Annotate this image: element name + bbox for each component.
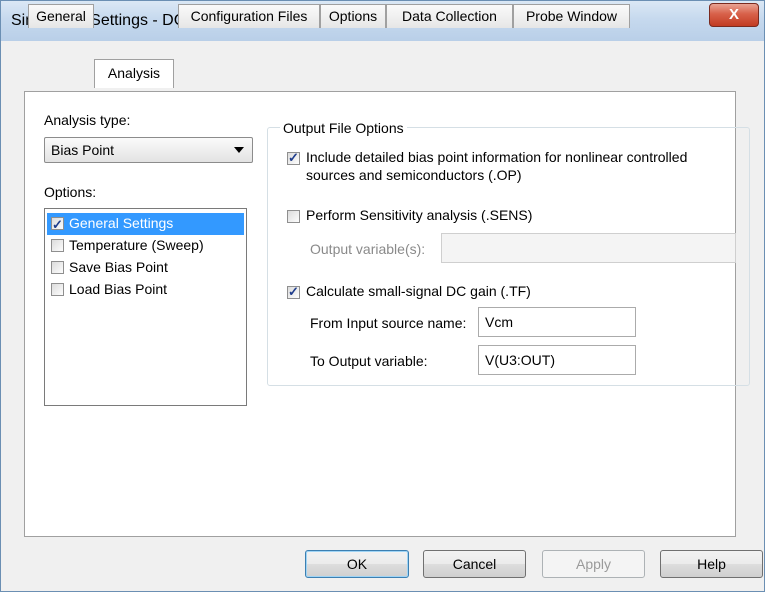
sensitivity-checkbox[interactable] <box>287 210 300 223</box>
close-button[interactable]: X <box>709 3 759 27</box>
dc-gain-label: Calculate small-signal DC gain (.TF) <box>306 283 531 299</box>
from-input-field[interactable]: Vcm <box>478 307 636 337</box>
list-item-label: Save Bias Point <box>69 259 168 275</box>
tab-data-collection[interactable]: Data Collection <box>386 4 513 28</box>
tab-general[interactable]: General <box>28 4 94 28</box>
apply-button[interactable]: Apply <box>542 550 645 578</box>
checkbox[interactable] <box>51 215 64 235</box>
to-output-value: V(U3:OUT) <box>485 352 555 368</box>
help-button[interactable]: Help <box>660 550 763 578</box>
options-list: General Settings Temperature (Sweep) Sav… <box>44 208 247 406</box>
checkbox[interactable] <box>51 283 64 296</box>
list-item-save-bias-point[interactable]: Save Bias Point <box>47 257 244 279</box>
close-icon: X <box>728 6 739 23</box>
tab-options[interactable]: Options <box>320 4 386 28</box>
list-item-label: Temperature (Sweep) <box>69 237 204 253</box>
list-item-load-bias-point[interactable]: Load Bias Point <box>47 279 244 301</box>
tab-label: Analysis <box>107 65 161 81</box>
chevron-down-icon <box>234 147 244 153</box>
from-input-value: Vcm <box>485 314 513 330</box>
analysis-type-select[interactable]: Bias Point <box>44 137 253 163</box>
tab-configuration-files[interactable]: Configuration Files <box>178 4 320 28</box>
to-output-field[interactable]: V(U3:OUT) <box>478 345 636 375</box>
tab-label: Options <box>328 8 378 24</box>
tab-label: Probe Window <box>525 8 618 24</box>
list-item-temperature-sweep[interactable]: Temperature (Sweep) <box>47 235 244 257</box>
from-input-label: From Input source name: <box>310 315 467 331</box>
list-item-label: General Settings <box>69 215 174 231</box>
dc-gain-checkbox[interactable] <box>287 284 300 300</box>
tab-label: General <box>36 8 86 24</box>
tab-analysis[interactable]: Analysis <box>94 59 174 88</box>
analysis-type-value: Bias Point <box>51 142 115 158</box>
sensitivity-label: Perform Sensitivity analysis (.SENS) <box>306 207 533 223</box>
include-detailed-label-line1: Include detailed bias point information … <box>306 149 688 165</box>
output-variables-label: Output variable(s): <box>310 241 426 257</box>
analysis-type-label: Analysis type: <box>44 112 131 128</box>
list-item-general-settings[interactable]: General Settings <box>47 213 244 235</box>
options-label: Options: <box>44 184 97 200</box>
checkbox[interactable] <box>51 239 64 252</box>
cancel-button[interactable]: Cancel <box>423 550 526 578</box>
output-variables-input[interactable] <box>441 233 736 263</box>
tab-probe-window[interactable]: Probe Window <box>513 4 630 28</box>
include-detailed-checkbox[interactable] <box>287 150 300 166</box>
list-item-label: Load Bias Point <box>69 281 168 297</box>
to-output-label: To Output variable: <box>310 353 428 369</box>
tab-label: Configuration Files <box>190 8 308 24</box>
checkbox[interactable] <box>51 261 64 274</box>
output-file-options-title: Output File Options <box>280 120 407 136</box>
ok-button[interactable]: OK <box>305 550 409 578</box>
include-detailed-label-line2: sources and semiconductors (.OP) <box>306 167 522 183</box>
tab-label: Data Collection <box>402 8 497 24</box>
